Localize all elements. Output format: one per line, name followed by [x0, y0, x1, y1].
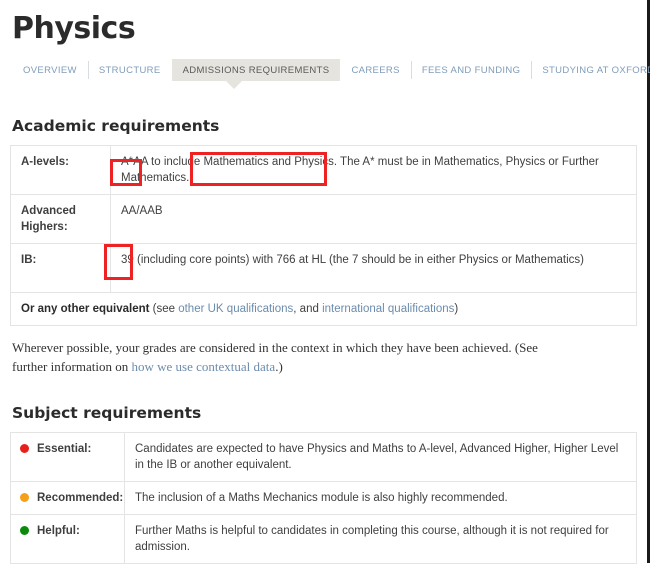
- link-international-qualifications[interactable]: international qualifications: [322, 303, 454, 315]
- row-value-recommended: The inclusion of a Maths Mechanics modul…: [124, 481, 637, 515]
- tab-fees-and-funding[interactable]: FEES AND FUNDING: [410, 59, 532, 81]
- tab-structure[interactable]: STRUCTURE: [87, 59, 172, 81]
- contextual-data-paragraph: Wherever possible, your grades are consi…: [10, 326, 572, 376]
- table-row: Advanced Highers: AA/AAB: [10, 194, 637, 244]
- row-value-a-levels: A*AA to include Mathematics and Physics.…: [110, 145, 637, 195]
- label-text-recommended: Recommended:: [37, 492, 124, 504]
- row-label-helpful: Helpful:: [10, 514, 125, 564]
- tab-admissions-requirements[interactable]: ADMISSIONS REQUIREMENTS: [171, 59, 341, 81]
- subject-requirements-heading: Subject requirements: [12, 404, 202, 422]
- equivalents-text-before: (see: [149, 303, 179, 315]
- page-root: Physics OVERVIEW STRUCTURE ADMISSIONS RE…: [0, 0, 650, 564]
- table-row: Helpful: Further Maths is helpful to can…: [10, 514, 637, 564]
- equivalents-text-after: ): [454, 303, 459, 315]
- tab-overview[interactable]: OVERVIEW: [12, 59, 88, 81]
- active-tab-pointer-icon: [226, 81, 242, 89]
- tab-studying-at-oxford[interactable]: STUDYING AT OXFORD: [531, 59, 650, 81]
- row-label-essential: Essential:: [10, 432, 125, 482]
- label-text-essential: Essential:: [37, 443, 92, 455]
- status-dot-recommended-icon: [20, 493, 29, 502]
- tab-careers[interactable]: CAREERS: [340, 59, 410, 81]
- label-text-helpful: Helpful:: [37, 525, 80, 537]
- row-value-advanced-highers: AA/AAB: [110, 194, 637, 244]
- academic-requirements-heading: Academic requirements: [12, 117, 220, 135]
- row-label-ib: IB:: [10, 243, 111, 293]
- table-row: Recommended: The inclusion of a Maths Me…: [10, 481, 637, 515]
- status-dot-helpful-icon: [20, 526, 29, 535]
- status-dot-essential-icon: [20, 444, 29, 453]
- equivalents-bold-text: Or any other equivalent: [21, 303, 150, 315]
- row-value-essential: Candidates are expected to have Physics …: [124, 432, 637, 482]
- table-row: Essential: Candidates are expected to ha…: [10, 432, 637, 482]
- row-label-advanced-highers: Advanced Highers:: [10, 194, 111, 244]
- table-row: A-levels: A*AA to include Mathematics an…: [10, 145, 637, 195]
- table-row-equivalents: Or any other equivalent (see other UK qu…: [10, 292, 637, 326]
- course-tab-bar: OVERVIEW STRUCTURE ADMISSIONS REQUIREMEN…: [10, 59, 650, 89]
- contextual-text-after: .): [275, 359, 283, 374]
- academic-requirements-table: A-levels: A*AA to include Mathematics an…: [10, 145, 637, 326]
- row-value-ib: 39 (including core points) with 766 at H…: [110, 243, 637, 293]
- row-label-recommended: Recommended:: [10, 481, 125, 515]
- equivalents-cell: Or any other equivalent (see other UK qu…: [10, 292, 637, 326]
- link-how-we-use-contextual-data[interactable]: how we use contextual data: [132, 359, 276, 374]
- link-other-uk-qualifications[interactable]: other UK qualifications: [178, 303, 293, 315]
- equivalents-text-middle: , and: [293, 303, 323, 315]
- row-label-a-levels: A-levels:: [10, 145, 111, 195]
- table-row: IB: 39 (including core points) with 766 …: [10, 243, 637, 293]
- subject-requirements-table: Essential: Candidates are expected to ha…: [10, 432, 637, 564]
- page-content: Physics OVERVIEW STRUCTURE ADMISSIONS RE…: [0, 0, 650, 564]
- page-title: Physics: [12, 11, 136, 46]
- row-value-helpful: Further Maths is helpful to candidates i…: [124, 514, 637, 564]
